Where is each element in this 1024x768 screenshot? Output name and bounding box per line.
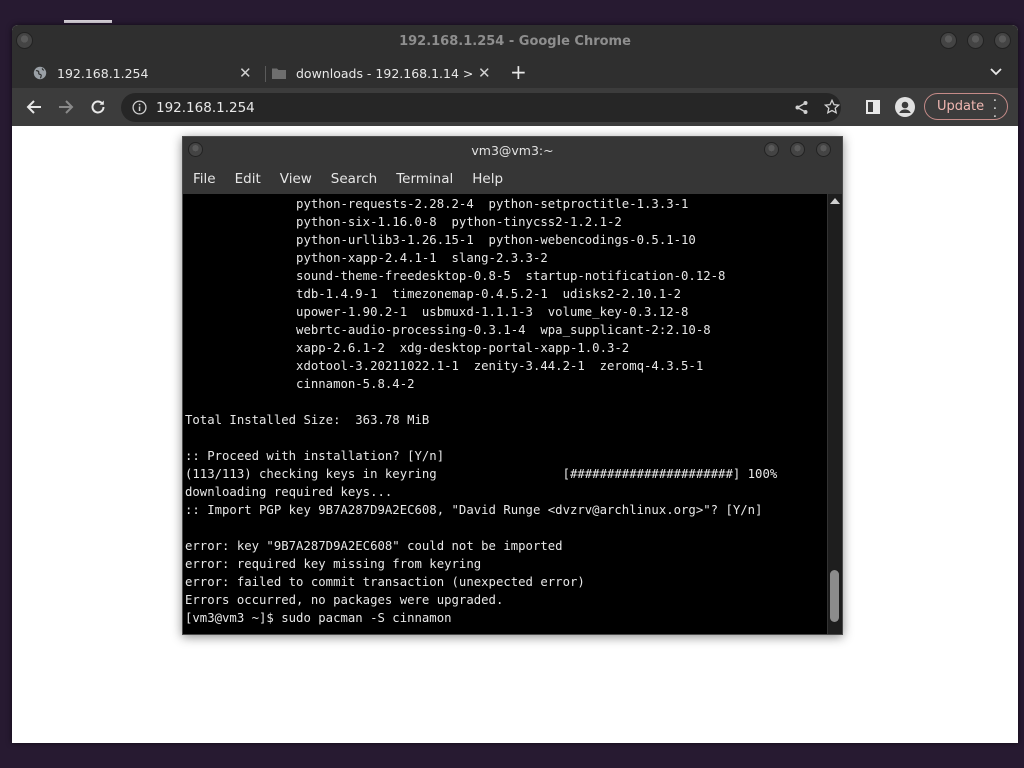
terminal-output: python-requests-2.28.2-4 python-setproct… (185, 197, 778, 625)
tab-title: 192.168.1.254 (57, 65, 149, 81)
profile-avatar-icon[interactable] (893, 95, 917, 119)
tab-separator (265, 66, 266, 82)
desktop-edge (64, 20, 112, 23)
more-menu-icon[interactable]: · · · (993, 95, 997, 124)
tab-strip: 192.168.1.254 ✕ downloads - 192.168.1.14… (12, 58, 1018, 88)
chrome-window: 192.168.1.254 - Google Chrome 192.168.1.… (12, 25, 1018, 743)
terminal-window-menu-button[interactable] (188, 142, 203, 157)
reload-icon[interactable] (86, 95, 110, 119)
scrollbar-thumb[interactable] (830, 570, 839, 622)
browser-toolbar: 192.168.1.254 Update · · · (12, 88, 1018, 127)
terminal-minimize-button[interactable] (764, 142, 779, 157)
close-tab-icon[interactable]: ✕ (239, 64, 252, 82)
tab-title: downloads - 192.168.1.14 > do (296, 65, 476, 81)
terminal-maximize-button[interactable] (790, 142, 805, 157)
site-info-icon[interactable] (131, 100, 147, 116)
bookmark-star-icon[interactable] (820, 95, 844, 119)
window-title: 192.168.1.254 - Google Chrome (399, 34, 631, 49)
terminal-close-button[interactable] (816, 142, 831, 157)
minimize-button[interactable] (940, 32, 957, 49)
terminal-title: vm3@vm3:~ (471, 143, 554, 158)
menu-help[interactable]: Help (472, 171, 503, 187)
menu-edit[interactable]: Edit (235, 171, 261, 187)
chrome-titlebar: 192.168.1.254 - Google Chrome (12, 25, 1018, 58)
folder-icon (272, 66, 286, 80)
window-menu-button[interactable] (16, 32, 33, 49)
page-viewport: vm3@vm3:~ File Edit View Search Terminal… (12, 126, 1018, 743)
menu-file[interactable]: File (193, 171, 216, 187)
terminal-scrollbar[interactable] (827, 194, 842, 634)
menu-view[interactable]: View (280, 171, 312, 187)
tab-router[interactable]: 192.168.1.254 ✕ (33, 58, 257, 88)
close-window-button[interactable] (994, 32, 1011, 49)
terminal-output-area[interactable]: python-requests-2.28.2-4 python-setproct… (183, 194, 828, 634)
update-label: Update (937, 99, 985, 114)
maximize-button[interactable] (967, 32, 984, 49)
terminal-window: vm3@vm3:~ File Edit View Search Terminal… (182, 136, 843, 635)
close-tab-icon[interactable]: ✕ (478, 64, 491, 82)
menu-terminal[interactable]: Terminal (396, 171, 453, 187)
terminal-titlebar: vm3@vm3:~ (183, 137, 842, 164)
globe-icon (33, 66, 47, 80)
menu-search[interactable]: Search (331, 171, 377, 187)
forward-arrow-icon[interactable] (54, 95, 78, 119)
scroll-up-arrow-icon[interactable] (830, 198, 840, 204)
new-tab-button[interactable]: + (510, 60, 527, 84)
url-text: 192.168.1.254 (156, 99, 255, 116)
address-bar[interactable]: 192.168.1.254 (121, 93, 841, 122)
update-button[interactable]: Update · · · (924, 93, 1008, 124)
terminal-menubar: File Edit View Search Terminal Help (183, 164, 842, 194)
side-panel-icon[interactable] (861, 95, 885, 119)
back-arrow-icon[interactable] (22, 95, 46, 119)
tab-search-icon[interactable] (990, 64, 1002, 80)
tab-downloads[interactable]: downloads - 192.168.1.14 > do ✕ (272, 58, 498, 88)
share-icon[interactable] (789, 95, 813, 119)
